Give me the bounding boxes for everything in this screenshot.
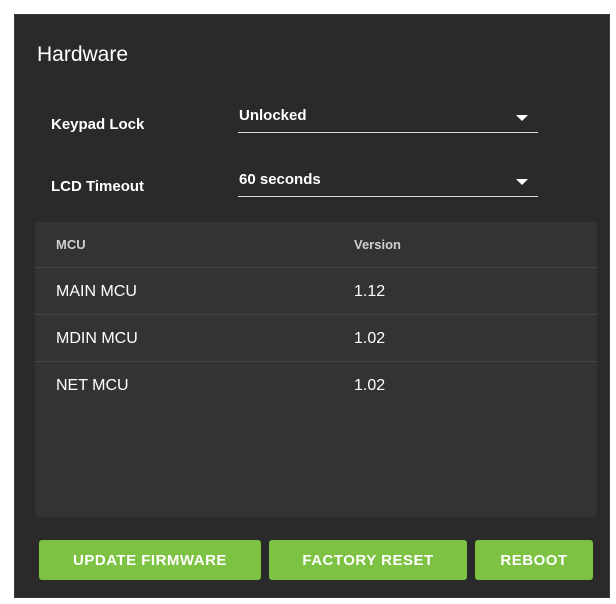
keypad-lock-label: Keypad Lock [51, 116, 145, 133]
mcu-name: NET MCU [56, 377, 129, 394]
column-header-version: Version [354, 237, 401, 252]
factory-reset-button[interactable]: FACTORY RESET [269, 540, 467, 580]
table-row: MDIN MCU 1.02 [35, 315, 597, 362]
mcu-version-table: MCU Version MAIN MCU 1.12 MDIN MCU 1.02 … [35, 222, 597, 517]
update-firmware-button[interactable]: UPDATE FIRMWARE [39, 540, 261, 580]
panel-title: Hardware [37, 43, 129, 66]
column-header-mcu: MCU [56, 237, 86, 252]
mcu-version: 1.02 [354, 377, 386, 394]
mcu-name: MDIN MCU [56, 330, 138, 347]
mcu-name: MAIN MCU [56, 283, 137, 300]
lcd-timeout-label: LCD Timeout [51, 178, 145, 195]
lcd-timeout-select[interactable]: 60 seconds [238, 167, 538, 197]
caret-down-icon [516, 179, 528, 185]
table-row: MAIN MCU 1.12 [35, 268, 597, 315]
reboot-button[interactable]: REBOOT [475, 540, 593, 580]
keypad-lock-value: Unlocked [239, 107, 307, 124]
caret-down-icon [516, 115, 528, 121]
table-header: MCU Version [35, 222, 597, 268]
hardware-panel: Hardware Keypad Lock Unlocked LCD Timeou… [14, 14, 610, 598]
table-row: NET MCU 1.02 [35, 362, 597, 408]
lcd-timeout-value: 60 seconds [239, 171, 321, 188]
mcu-version: 1.02 [354, 330, 386, 347]
mcu-version: 1.12 [354, 283, 386, 300]
keypad-lock-select[interactable]: Unlocked [238, 103, 538, 133]
